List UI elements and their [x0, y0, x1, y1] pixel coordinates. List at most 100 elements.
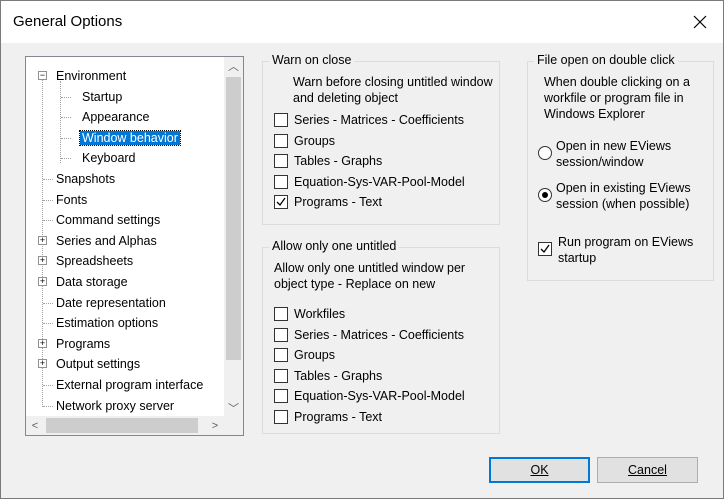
tree-item[interactable]: Data storage: [54, 273, 130, 293]
tree-connector: [43, 179, 53, 180]
tree-item[interactable]: External program interface: [54, 376, 205, 396]
checkbox-option[interactable]: Groups: [274, 346, 335, 364]
tree-item[interactable]: Date representation: [54, 294, 168, 314]
allow-one-untitled-group: Allow only one untitled Allow only one u…: [262, 239, 500, 434]
run-program-label: Run program on EViews startup: [558, 235, 694, 265]
expand-icon[interactable]: +: [38, 338, 47, 348]
close-button[interactable]: [677, 1, 723, 43]
expand-icon[interactable]: +: [38, 256, 47, 266]
tree-item-label: Series and Alphas: [56, 233, 157, 248]
tree-connector: [43, 405, 53, 407]
tree-child-line: [60, 81, 61, 163]
checkmark-icon: [276, 198, 286, 207]
tree-connector: [43, 220, 53, 222]
tree-horizontal-scrollbar[interactable]: < >: [26, 416, 224, 435]
checkbox-label: Workfiles: [294, 307, 346, 321]
file-open-description: When double clicking on a workfile or pr…: [544, 75, 690, 121]
tree-connector: [61, 96, 71, 98]
tree-item-label: Estimation options: [56, 316, 159, 331]
tree-item-label: Spreadsheets: [56, 254, 134, 269]
checkbox-label: Tables - Graphs: [294, 154, 383, 169]
radio-circle-selected[interactable]: [538, 188, 552, 202]
checkbox-box[interactable]: [274, 154, 288, 169]
checkbox-option[interactable]: Tables - Graphs: [274, 152, 382, 170]
checkbox-option[interactable]: Equation-Sys-VAR-Pool-Model: [274, 387, 465, 405]
ok-button-label: OK: [530, 463, 549, 477]
checkbox-label: Groups: [294, 133, 335, 148]
checkbox-option[interactable]: Programs - Text: [274, 193, 382, 211]
vertical-scroll-thumb[interactable]: [226, 77, 241, 360]
tree-connector: [61, 158, 71, 160]
tree-item-label: Command settings: [56, 213, 161, 228]
scroll-down-icon[interactable]: ﹀: [224, 399, 243, 417]
tree-item[interactable]: Appearance: [80, 108, 151, 128]
tree-item[interactable]: Command settings: [54, 211, 162, 231]
options-tree[interactable]: − Environment Startup Appearance Window beha…: [25, 56, 244, 436]
expand-icon[interactable]: +: [38, 235, 47, 245]
scroll-left-icon[interactable]: <: [26, 416, 44, 435]
tree-item[interactable]: Startup: [80, 88, 124, 108]
radio-selected-dot: [542, 192, 548, 198]
tree-item-label: External program interface: [56, 378, 204, 392]
checkbox-option[interactable]: Groups: [274, 132, 335, 150]
tree-item[interactable]: Window behavior: [79, 129, 181, 149]
collapse-icon[interactable]: −: [38, 71, 47, 80]
checkbox-box[interactable]: [274, 195, 288, 210]
checkbox-option[interactable]: Series - Matrices - Coefficients: [274, 326, 464, 344]
tree-item[interactable]: Keyboard: [80, 149, 138, 169]
checkbox-box[interactable]: [274, 174, 288, 189]
checkbox-option[interactable]: Programs - Text: [274, 408, 382, 426]
tree-item-label: Date representation: [56, 295, 166, 310]
expand-icon[interactable]: +: [38, 277, 47, 286]
checkbox-option[interactable]: Workfiles: [274, 305, 345, 323]
tree-item[interactable]: Spreadsheets: [54, 252, 135, 272]
checkbox-option[interactable]: Tables - Graphs: [274, 367, 382, 385]
checkbox-box[interactable]: [274, 348, 288, 363]
tree-vertical-scrollbar[interactable]: ︿ ﹀: [224, 57, 243, 417]
run-program-checkbox[interactable]: Run program on EViews startup: [538, 234, 710, 266]
checkbox-box[interactable]: [274, 327, 288, 342]
tree-item[interactable]: Fonts: [54, 191, 89, 211]
checkbox-box[interactable]: [274, 307, 288, 321]
tree-item-label: Data storage: [56, 275, 128, 289]
tree-item[interactable]: Estimation options: [54, 314, 160, 334]
checkbox-box[interactable]: [274, 368, 288, 383]
tree-item[interactable]: Environment: [54, 67, 128, 87]
horizontal-scroll-thumb[interactable]: [46, 418, 198, 433]
tree-item-label: Programs: [56, 336, 111, 351]
scroll-right-icon[interactable]: >: [206, 416, 224, 435]
title-bar: General Options: [1, 1, 723, 43]
cancel-button[interactable]: Cancel: [597, 457, 698, 483]
radio-circle[interactable]: [538, 146, 552, 160]
checkbox-label: Programs - Text: [294, 410, 382, 424]
checkbox-option[interactable]: Series - Matrices - Coefficients: [274, 111, 464, 129]
ok-button[interactable]: OK: [489, 457, 590, 483]
file-open-title: File open on double click: [534, 53, 678, 67]
tree-item[interactable]: Snapshots: [54, 170, 117, 190]
expand-icon[interactable]: +: [38, 359, 47, 369]
tree-connector: [43, 385, 53, 386]
checkbox-box[interactable]: [274, 389, 288, 404]
tree-item-label: Fonts: [56, 192, 88, 207]
tree-item-label: Output settings: [56, 357, 141, 372]
checkbox-box[interactable]: [274, 133, 288, 148]
radio-open-existing-session[interactable]: Open in existing EViews session (when po…: [538, 180, 710, 212]
tree-item[interactable]: Series and Alphas: [54, 232, 159, 252]
checkbox-label: Equation-Sys-VAR-Pool-Model: [294, 389, 465, 404]
scroll-up-icon[interactable]: ︿: [224, 57, 243, 75]
checkbox-box[interactable]: [538, 242, 552, 256]
tree-item[interactable]: Output settings: [54, 355, 142, 375]
checkbox-option[interactable]: Equation-Sys-VAR-Pool-Model: [274, 173, 465, 191]
tree-connector: [43, 199, 53, 201]
tree-connector: [61, 117, 71, 119]
radio-open-existing-label: Open in existing EViews session (when po…: [556, 181, 691, 211]
checkbox-box[interactable]: [274, 113, 288, 127]
tree-connector: [61, 137, 71, 139]
tree-item[interactable]: Programs: [54, 335, 112, 355]
radio-open-new-session[interactable]: Open in new EViews session/window: [538, 138, 708, 170]
allow-one-untitled-description: Allow only one untitled window per objec…: [274, 261, 466, 291]
tree-connector: [43, 323, 53, 325]
tree-item[interactable]: Network proxy server: [54, 397, 176, 417]
allow-one-untitled-title: Allow only one untitled: [269, 239, 400, 253]
checkbox-box[interactable]: [274, 410, 288, 424]
